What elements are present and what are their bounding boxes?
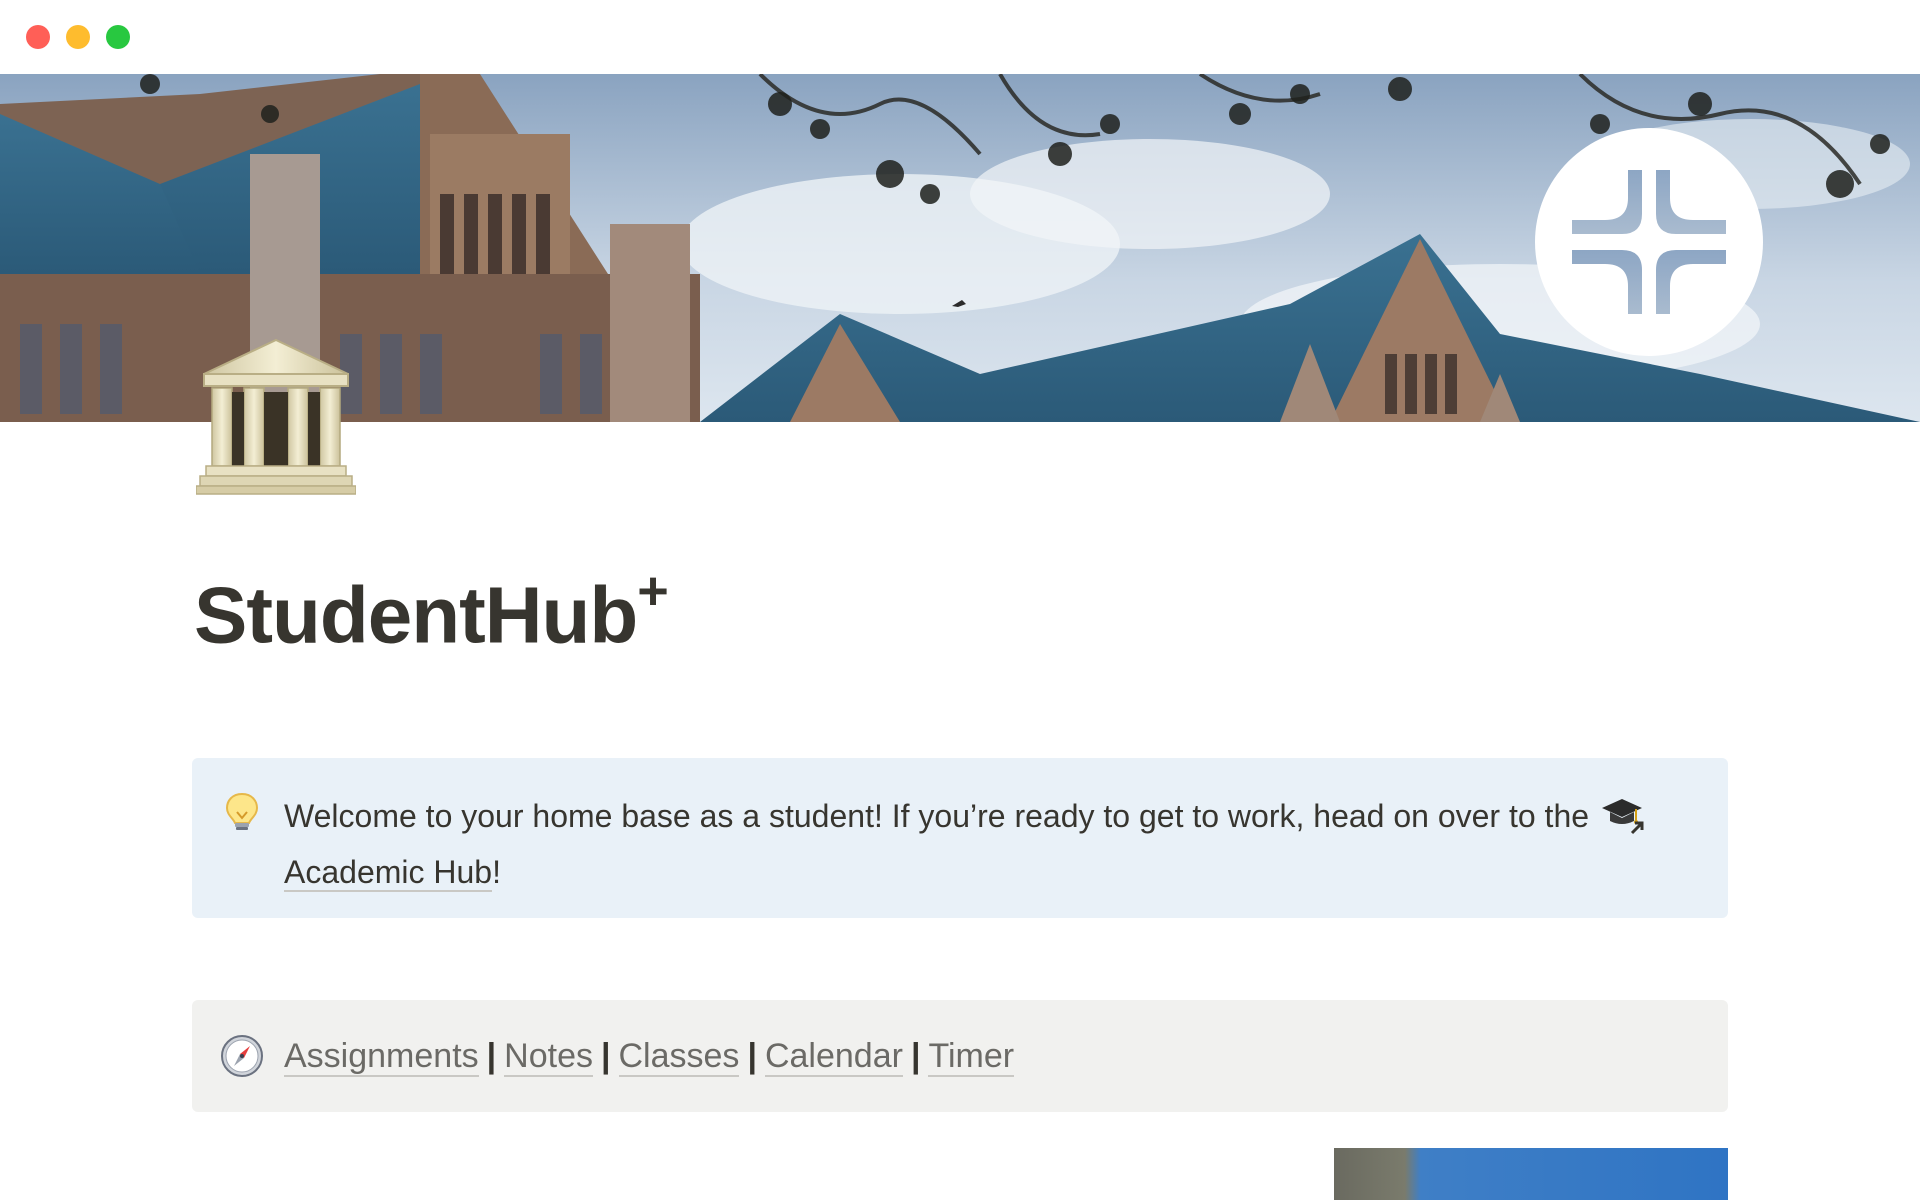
page-title-suffix: + (637, 561, 669, 621)
nav-separator: | (486, 1037, 497, 1075)
notion-style-plus-logo-icon (1535, 128, 1763, 356)
welcome-text: Welcome to your home base as a student! … (284, 792, 1684, 896)
light-bulb-icon[interactable] (220, 790, 264, 834)
nav-separator: | (910, 1037, 921, 1075)
nav-separator: | (747, 1037, 757, 1075)
nav-link-notes[interactable]: Notes (504, 1037, 593, 1077)
welcome-callout: Welcome to your home base as a student! … (192, 758, 1728, 918)
nav-links: Assignments | Notes | Classes | Calendar | Timer (284, 1032, 1015, 1080)
nav-link-assignments[interactable]: Assignments (284, 1037, 479, 1077)
nav-link-calendar[interactable]: Calendar (764, 1037, 903, 1077)
maximize-window-button[interactable] (106, 25, 130, 49)
navigation-callout: Assignments | Notes | Classes | Calendar | Timer (192, 1000, 1728, 1112)
minimize-window-button[interactable] (66, 25, 90, 49)
compass-icon[interactable] (220, 1034, 264, 1078)
close-window-button[interactable] (26, 25, 50, 49)
nav-separator: | (600, 1037, 611, 1075)
graduation-cap-icon (1601, 795, 1646, 848)
nav-link-classes[interactable]: Classes (618, 1037, 740, 1077)
classical-building-icon[interactable] (195, 338, 357, 498)
gallery-image-thumbnail[interactable] (1334, 1148, 1728, 1200)
page-title-text: StudentHub (194, 570, 638, 660)
page-title: StudentHub+ (194, 564, 669, 656)
nav-link-timer[interactable]: Timer (928, 1037, 1015, 1077)
welcome-trailing: ! (492, 854, 501, 890)
academic-hub-link[interactable]: Academic Hub (284, 854, 493, 892)
window-titlebar (0, 0, 1920, 74)
welcome-message: Welcome to your home base as a student! … (284, 798, 1590, 834)
